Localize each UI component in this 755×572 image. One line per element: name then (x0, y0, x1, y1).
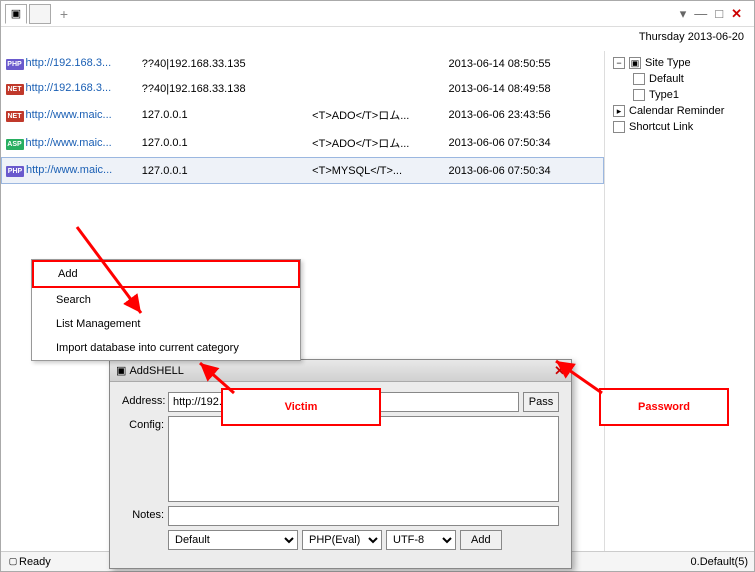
config-input[interactable] (168, 416, 559, 502)
url-cell: http://192.168.3... (26, 82, 112, 94)
down-icon[interactable]: ▾ (680, 6, 687, 22)
annotation-password: Password (599, 388, 729, 426)
table-row[interactable]: NEThttp://www.maic... 127.0.0.1<T>ADO</T>… (2, 101, 604, 129)
date-text: Thursday 2013-06-20 (639, 31, 744, 43)
config-cell (308, 51, 444, 76)
shell-table[interactable]: PHPhttp://192.168.3...??40|192.168.33.13… (1, 51, 604, 184)
menu-add[interactable]: Add (32, 260, 300, 288)
table-row[interactable]: PHPhttp://www.maic... 127.0.0.1<T>MYSQL</… (2, 158, 604, 184)
address-label: Address: (122, 392, 168, 407)
type-badge: NET (6, 111, 24, 122)
url-cell: http://192.168.3... (26, 57, 112, 69)
dialog-close-icon[interactable]: ✕ (554, 363, 565, 379)
host-cell: 127.0.0.1 (138, 129, 308, 158)
main-list-panel: PHPhttp://192.168.3...??40|192.168.33.13… (1, 51, 604, 553)
status-right: 0.Default(5) (691, 556, 748, 568)
config-cell: <T>ADO</T>ロム... (308, 129, 444, 158)
config-cell (308, 76, 444, 101)
annotation-victim: Victim (221, 388, 381, 426)
minimize-icon[interactable]: — (694, 6, 707, 21)
tree-root-label: Site Type (645, 57, 691, 69)
host-cell: 127.0.0.1 (138, 101, 308, 129)
url-cell: http://www.maic... (26, 137, 112, 149)
menu-import-db[interactable]: Import database into current category (32, 336, 300, 360)
date-cell: 2013-06-14 08:50:55 (444, 51, 603, 76)
tree-shortcut[interactable]: Shortcut Link (609, 119, 750, 135)
tree-root[interactable]: −▣ Site Type (609, 55, 750, 71)
date-cell: 2013-06-14 08:49:58 (444, 76, 603, 101)
config-cell: <T>MYSQL</T>... (308, 158, 444, 184)
type-badge: PHP (6, 166, 24, 177)
main-tab[interactable]: ▣ (5, 4, 27, 24)
table-row[interactable]: NEThttp://192.168.3... ??40|192.168.33.13… (2, 76, 604, 101)
sidebar: −▣ Site Type Default Type1 ▸Calendar Remi… (604, 51, 754, 553)
engine-select[interactable]: PHP(Eval) (302, 530, 382, 550)
type-badge: PHP (6, 59, 24, 70)
link-icon (613, 121, 625, 133)
status-icon: ▢ (7, 556, 19, 568)
notes-label: Notes: (122, 506, 168, 521)
tree-item-type1[interactable]: Type1 (629, 87, 750, 103)
host-cell: ??40|192.168.33.135 (138, 51, 308, 76)
type-badge: NET (6, 84, 24, 95)
date-bar: Thursday 2013-06-20 (1, 27, 754, 51)
tree-calendar[interactable]: ▸Calendar Reminder (609, 103, 750, 119)
close-icon[interactable]: ✕ (731, 6, 742, 22)
toolbar: ▣ + ▾ — □ ✕ (1, 1, 754, 27)
host-cell: 127.0.0.1 (138, 158, 308, 184)
date-cell: 2013-06-06 07:50:34 (444, 129, 603, 158)
maximize-icon[interactable]: □ (715, 6, 723, 21)
url-cell: http://www.maic... (26, 164, 112, 176)
folder-icon: ▣ (629, 57, 641, 69)
arrow-icon: ▸ (613, 105, 625, 117)
item-icon (633, 89, 645, 101)
blank-tab[interactable] (29, 4, 51, 24)
app-icon: ▣ (11, 7, 21, 20)
item-icon (633, 73, 645, 85)
status-text: Ready (19, 556, 51, 568)
url-cell: http://www.maic... (26, 109, 112, 121)
table-row[interactable]: ASPhttp://www.maic... 127.0.0.1<T>ADO</T>… (2, 129, 604, 158)
dialog-icon: ▣ (116, 364, 126, 377)
tree-item-default[interactable]: Default (629, 71, 750, 87)
date-cell: 2013-06-06 23:43:56 (444, 101, 603, 129)
notes-input[interactable] (168, 506, 559, 526)
charset-select[interactable]: UTF-8 (386, 530, 456, 550)
category-select[interactable]: Default (168, 530, 298, 550)
minus-icon[interactable]: − (613, 57, 625, 69)
add-tab-button[interactable]: + (53, 4, 75, 24)
pass-button[interactable]: Pass (523, 392, 559, 412)
menu-list-management[interactable]: List Management (32, 312, 300, 336)
type-badge: ASP (6, 139, 24, 150)
config-label: Config: (122, 416, 168, 431)
dialog-title: AddSHELL (129, 365, 183, 377)
add-button[interactable]: Add (460, 530, 502, 550)
dialog-titlebar[interactable]: ▣ AddSHELL ✕ (110, 360, 571, 382)
menu-search[interactable]: Search (32, 288, 300, 312)
window-controls: ▾ — □ ✕ (680, 6, 750, 22)
context-menu: Add Search List Management Import databa… (31, 259, 301, 361)
host-cell: ??40|192.168.33.138 (138, 76, 308, 101)
table-row[interactable]: PHPhttp://192.168.3... ??40|192.168.33.13… (2, 51, 604, 76)
config-cell: <T>ADO</T>ロム... (308, 101, 444, 129)
date-cell: 2013-06-06 07:50:34 (444, 158, 603, 184)
